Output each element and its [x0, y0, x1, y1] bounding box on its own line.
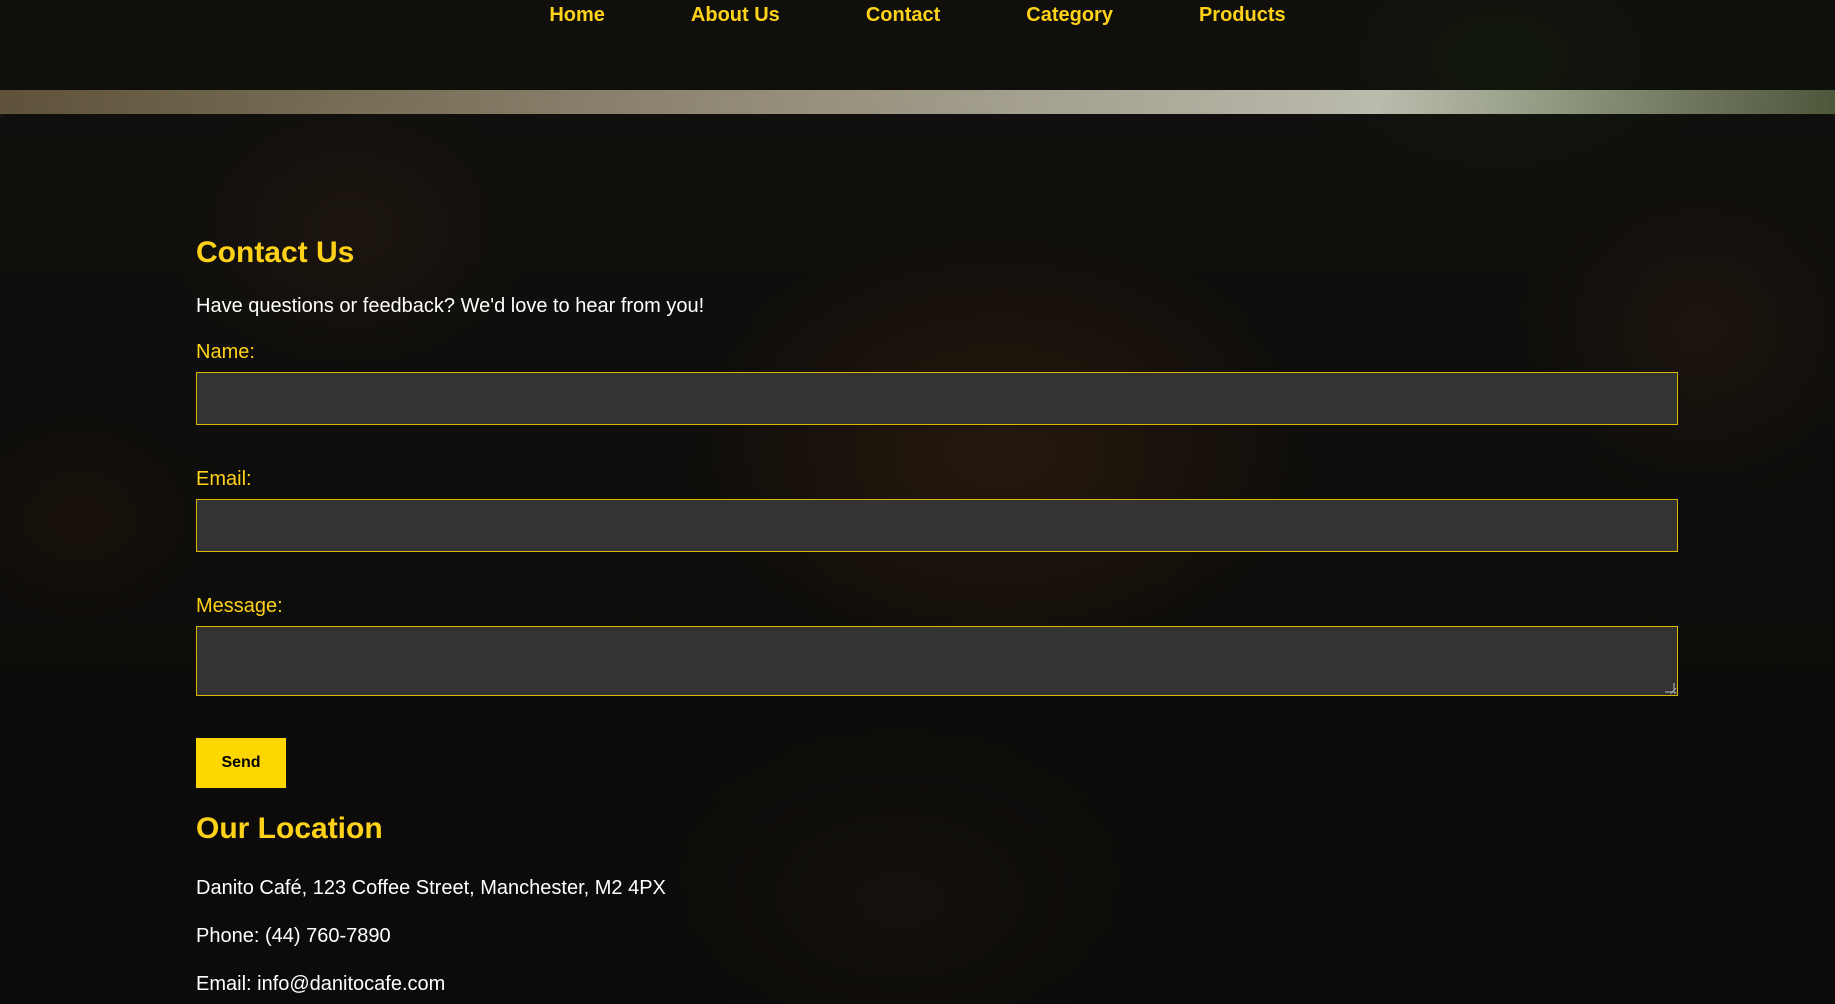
nav-about-link[interactable]: About Us — [691, 1, 780, 29]
location-phone: Phone: (44) 760-7890 — [196, 925, 391, 947]
contact-intro: Have questions or feedback? We'd love to… — [196, 295, 705, 317]
message-label: Message: — [196, 595, 283, 617]
nav-category-link[interactable]: Category — [1026, 1, 1113, 29]
email-field[interactable] — [196, 499, 1678, 552]
contact-section: Contact Us Have questions or feedback? W… — [196, 236, 1678, 996]
contact-form: Name: Email: Message: Send — [196, 340, 1678, 788]
resize-handle-icon[interactable] — [1665, 683, 1675, 693]
top-header: Home About Us Contact Category Products — [0, 0, 1835, 90]
send-button[interactable]: Send — [196, 738, 286, 788]
main-nav: Home About Us Contact Category Products — [0, 0, 1835, 30]
message-wrapper — [196, 626, 1678, 696]
message-field[interactable] — [196, 626, 1678, 696]
header-banner-strip — [0, 90, 1835, 114]
nav-home-link[interactable]: Home — [549, 1, 605, 29]
email-label: Email: — [196, 468, 252, 490]
location-email: Email: info@danitocafe.com — [196, 973, 446, 995]
nav-contact-link[interactable]: Contact — [866, 1, 940, 29]
nav-products-link[interactable]: Products — [1199, 1, 1286, 29]
location-address: Danito Café, 123 Coffee Street, Manchest… — [196, 877, 666, 899]
name-label: Name: — [196, 341, 255, 363]
contact-title: Contact Us — [196, 236, 355, 269]
location-title: Our Location — [196, 812, 383, 845]
name-field[interactable] — [196, 372, 1678, 425]
